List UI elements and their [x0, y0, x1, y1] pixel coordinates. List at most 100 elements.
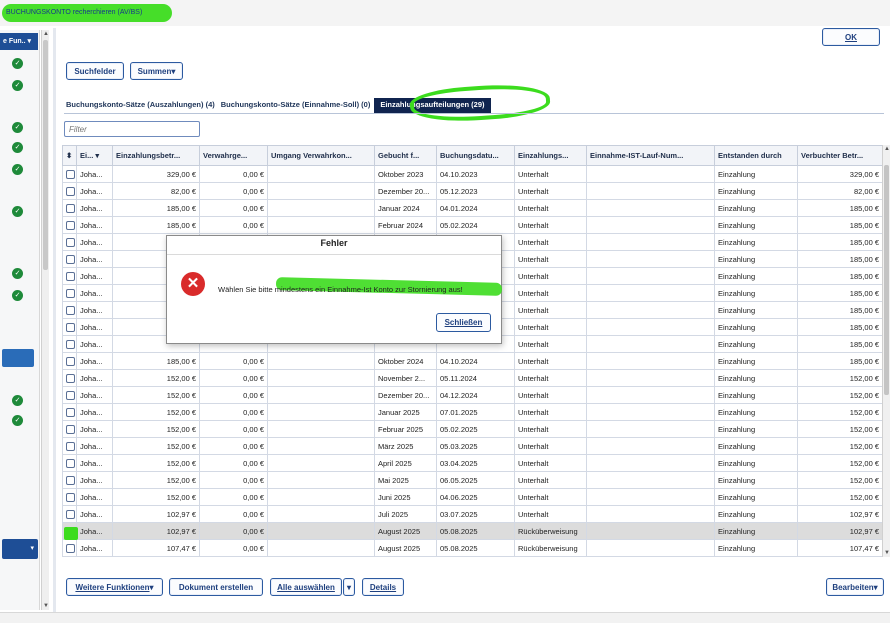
row-select-cell[interactable]: [62, 454, 77, 472]
row-checkbox[interactable]: [66, 237, 75, 247]
row-checkbox[interactable]: [66, 322, 75, 332]
row-checkbox[interactable]: [66, 254, 75, 264]
table-row[interactable]: Joha... 102,97 €0,00 € Juli 2025 03.07.2025…: [62, 505, 882, 523]
tab-auszahlungen[interactable]: Buchungskonto-Sätze (Auszahlungen) (4): [64, 98, 219, 112]
row-checkbox[interactable]: [66, 475, 75, 485]
row-select-cell[interactable]: [62, 199, 77, 217]
column-header-sort[interactable]: ⬍: [62, 145, 77, 166]
row-select-cell[interactable]: [62, 369, 77, 387]
left-panel-header[interactable]: e Fun.. ▾: [0, 33, 38, 50]
table-row[interactable]: Joha... 185,00 €0,00 € Oktober 2024 04.10.2…: [62, 352, 882, 370]
row-checkbox[interactable]: [66, 458, 75, 468]
row-select-cell[interactable]: [62, 284, 77, 302]
row-checkbox[interactable]: [66, 509, 75, 519]
row-select-cell[interactable]: [62, 420, 77, 438]
column-header[interactable]: Ei... ▾: [76, 145, 113, 166]
pane-divider[interactable]: [53, 28, 56, 613]
summen-button[interactable]: Summen ▾: [130, 62, 183, 80]
row-checkbox[interactable]: [66, 288, 75, 298]
weitere-funktionen-button[interactable]: Weitere Funktionen ▾: [66, 578, 163, 596]
row-checkbox[interactable]: [66, 373, 75, 383]
scrollbar-thumb[interactable]: [43, 40, 48, 270]
table-row[interactable]: Joha... 152,00 €0,00 € Februar 2025 05.02.2…: [62, 420, 882, 438]
row-checkbox[interactable]: [66, 220, 75, 230]
column-header[interactable]: Umgang Verwahrkon...: [267, 145, 375, 166]
ok-button[interactable]: OK: [822, 28, 880, 46]
row-select-cell[interactable]: [62, 386, 77, 404]
row-select-cell[interactable]: [62, 216, 77, 234]
table-row[interactable]: Joha...102,97 €0,00 €August 202505.08.20…: [62, 522, 882, 540]
column-header[interactable]: Verwahrge...: [199, 145, 268, 166]
row-checkbox[interactable]: [66, 441, 75, 451]
row-checkbox[interactable]: [66, 186, 75, 196]
row-checkbox[interactable]: [66, 339, 75, 349]
row-checkbox[interactable]: [66, 271, 75, 281]
details-button[interactable]: Details: [362, 578, 404, 596]
left-panel-scrollbar[interactable]: ▲ ▼: [41, 30, 49, 610]
table-row[interactable]: Joha... 185,00 €0,00 € Januar 2024 04.01.20…: [62, 199, 882, 217]
bearbeiten-button[interactable]: Bearbeiten ▾: [826, 578, 884, 596]
filter-input[interactable]: [64, 121, 200, 137]
row-checkbox[interactable]: [66, 390, 75, 400]
table-row[interactable]: Joha... 107,47 €0,00 € August 2025 05.08.20…: [62, 539, 882, 557]
column-header[interactable]: Einzahlungs...: [514, 145, 587, 166]
row-checkbox[interactable]: [66, 424, 75, 434]
table-row[interactable]: Joha... 82,00 €0,00 € Dezember 20... 05.12.…: [62, 182, 882, 200]
row-checkbox[interactable]: [66, 407, 75, 417]
schliessen-button[interactable]: Schließen: [436, 313, 491, 332]
table-row[interactable]: Joha... 152,00 €0,00 € April 2025 03.04.202…: [62, 454, 882, 472]
suchfelder-button[interactable]: Suchfelder: [66, 62, 124, 80]
table-cell-betrag: 152,00 €: [112, 369, 200, 387]
alle-auswaehlen-button[interactable]: Alle auswählen: [270, 578, 342, 596]
row-select-cell[interactable]: [62, 403, 77, 421]
column-header[interactable]: Gebucht f...: [374, 145, 437, 166]
row-select-cell[interactable]: [62, 267, 77, 285]
column-header[interactable]: Verbuchter Betr...: [797, 145, 882, 166]
row-checkbox[interactable]: [66, 169, 75, 179]
scroll-down-icon[interactable]: ▼: [43, 603, 49, 609]
row-select-cell[interactable]: [62, 301, 77, 319]
scroll-up-icon[interactable]: ▲: [884, 146, 890, 152]
table-row[interactable]: Joha... 329,00 €0,00 € Oktober 2023 04.10.2…: [62, 165, 882, 183]
scrollbar-thumb[interactable]: [884, 165, 889, 395]
column-header[interactable]: Entstanden durch: [714, 145, 798, 166]
row-checkbox[interactable]: [66, 543, 75, 553]
table-cell-entstanden: Einzahlung: [714, 454, 798, 472]
left-panel-selected-item[interactable]: [2, 349, 34, 367]
row-select-cell[interactable]: [62, 488, 77, 506]
table-cell-entstanden: Einzahlung: [714, 352, 798, 370]
row-select-cell[interactable]: [62, 250, 77, 268]
row-select-cell[interactable]: [62, 318, 77, 336]
column-header[interactable]: Einnahme-IST-Lauf-Num...: [586, 145, 715, 166]
row-select-cell[interactable]: [62, 335, 77, 353]
row-select-cell[interactable]: [62, 539, 77, 557]
row-checkbox[interactable]: [66, 203, 75, 213]
table-row[interactable]: Joha... 152,00 €0,00 € November 2... 05.11.…: [62, 369, 882, 387]
column-header[interactable]: Einzahlungsbetr...: [112, 145, 200, 166]
column-header[interactable]: Buchungsdatu...: [436, 145, 515, 166]
scroll-up-icon[interactable]: ▲: [43, 31, 49, 37]
tab-einnahme-soll[interactable]: Buchungskonto-Sätze (Einnahme-Soll) (0): [219, 98, 375, 112]
table-row[interactable]: Joha... 152,00 €0,00 € März 2025 05.03.2025…: [62, 437, 882, 455]
table-row[interactable]: Joha... 185,00 €0,00 € Februar 2024 05.02.2…: [62, 216, 882, 234]
row-select-cell[interactable]: [62, 233, 77, 251]
row-select-cell[interactable]: [62, 352, 77, 370]
scroll-down-icon[interactable]: ▼: [884, 550, 890, 556]
row-select-cell[interactable]: [62, 165, 77, 183]
row-select-cell[interactable]: [62, 182, 77, 200]
alle-auswaehlen-dropdown[interactable]: ▾: [343, 578, 355, 596]
table-row[interactable]: Joha... 152,00 €0,00 € Januar 2025 07.01.20…: [62, 403, 882, 421]
table-cell-lauf: [586, 522, 715, 540]
table-scrollbar[interactable]: ▲ ▼: [882, 145, 890, 557]
row-checkbox[interactable]: [66, 356, 75, 366]
dokument-erstellen-button[interactable]: Dokument erstellen: [169, 578, 263, 596]
row-checkbox[interactable]: [66, 305, 75, 315]
table-row[interactable]: Joha... 152,00 €0,00 € Dezember 20... 04.12…: [62, 386, 882, 404]
row-checkbox[interactable]: [66, 492, 75, 502]
table-row[interactable]: Joha... 152,00 €0,00 € Juni 2025 04.06.2025…: [62, 488, 882, 506]
row-select-cell[interactable]: [62, 437, 77, 455]
left-panel-dropdown[interactable]: ▾: [2, 539, 38, 559]
row-select-cell[interactable]: [62, 505, 77, 523]
table-row[interactable]: Joha... 152,00 €0,00 € Mai 2025 06.05.2025 U…: [62, 471, 882, 489]
row-select-cell[interactable]: [62, 471, 77, 489]
